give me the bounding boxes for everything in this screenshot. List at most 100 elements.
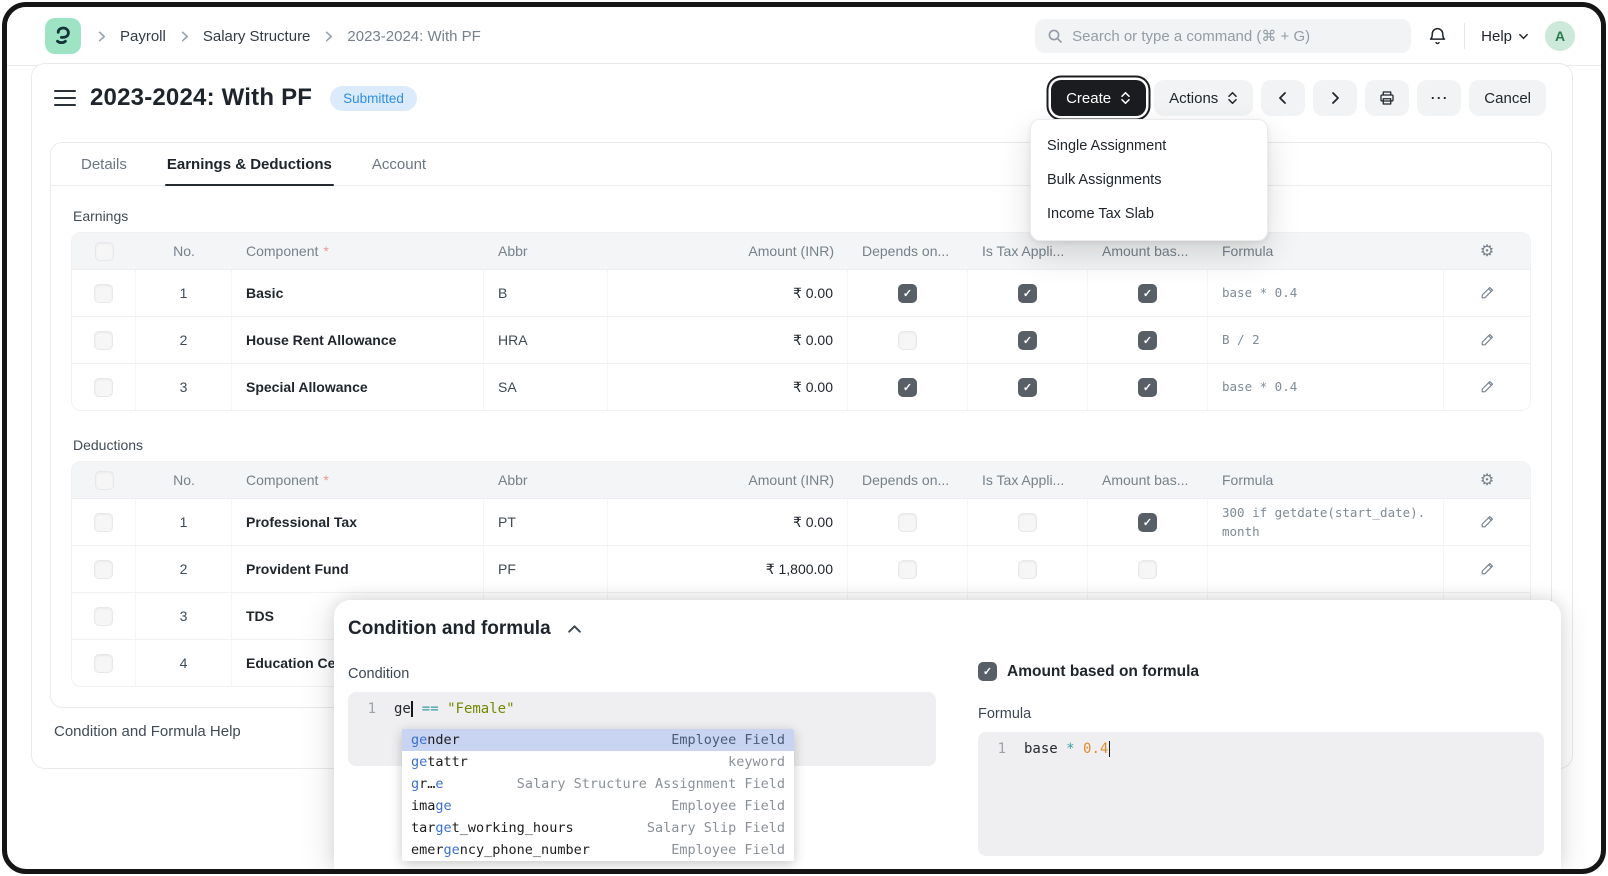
cancel-button[interactable]: Cancel bbox=[1469, 80, 1546, 116]
amount-based-checkbox[interactable]: ✓ bbox=[1138, 284, 1157, 303]
gear-icon[interactable]: ⚙ bbox=[1480, 241, 1494, 261]
autocomplete-suggestion[interactable]: imageEmployee Field bbox=[402, 795, 794, 817]
row-no: 2 bbox=[136, 546, 232, 593]
depends-on-checkbox[interactable] bbox=[898, 513, 917, 532]
formula-code-editor[interactable]: 1 base * 0.4 bbox=[978, 732, 1544, 856]
pencil-icon[interactable] bbox=[1479, 332, 1495, 348]
row-is-tax-applicable-checkbox-cell bbox=[968, 546, 1088, 593]
avatar[interactable]: A bbox=[1545, 21, 1575, 51]
depends-on-checkbox[interactable] bbox=[898, 560, 917, 579]
suggestion-text: tattr bbox=[427, 754, 468, 770]
pencil-icon[interactable] bbox=[1479, 379, 1495, 395]
create-button[interactable]: Create bbox=[1051, 80, 1146, 116]
chevron-left-icon bbox=[1276, 91, 1290, 105]
row-checkbox[interactable] bbox=[94, 378, 113, 397]
tab-details[interactable]: Details bbox=[79, 143, 129, 185]
amount-based-on-formula-checkbox[interactable]: ✓ bbox=[978, 662, 997, 681]
code-token bbox=[439, 701, 447, 717]
row-checkbox[interactable] bbox=[94, 654, 113, 673]
suggestion-text: nder bbox=[427, 732, 460, 748]
select-all-checkbox[interactable] bbox=[95, 471, 114, 490]
is-tax-applicable-checkbox[interactable]: ✓ bbox=[1018, 331, 1037, 350]
toolbar: Create Actions bbox=[1051, 80, 1546, 116]
is-tax-applicable-checkbox[interactable] bbox=[1018, 560, 1037, 579]
row-amount-based-checkbox-cell bbox=[1088, 546, 1208, 593]
row-component: House Rent Allowance bbox=[232, 317, 484, 364]
breadcrumb-item[interactable]: Salary Structure bbox=[203, 28, 311, 45]
amount-based-checkbox[interactable]: ✓ bbox=[1138, 378, 1157, 397]
collapse-panel-chevron-up-icon[interactable] bbox=[567, 622, 582, 637]
row-checkbox[interactable] bbox=[94, 331, 113, 350]
row-formula bbox=[1208, 546, 1444, 593]
tab-earnings-deductions[interactable]: Earnings & Deductions bbox=[165, 143, 334, 185]
menu-item-bulk-assignments[interactable]: Bulk Assignments bbox=[1031, 163, 1267, 197]
header-select-all-cell bbox=[72, 462, 136, 499]
header-settings-cell: ⚙ bbox=[1444, 233, 1530, 270]
is-tax-applicable-checkbox[interactable] bbox=[1018, 513, 1037, 532]
sidebar-toggle-icon[interactable] bbox=[54, 90, 76, 106]
row-amount-based-checkbox-cell: ✓ bbox=[1088, 317, 1208, 364]
suggestion-name: getattr bbox=[411, 754, 468, 770]
row-amount-based-checkbox-cell: ✓ bbox=[1088, 270, 1208, 317]
breadcrumb-item: 2023-2024: With PF bbox=[347, 28, 480, 45]
row-depends-on-checkbox-cell bbox=[848, 546, 968, 593]
notifications-bell-icon[interactable] bbox=[1427, 26, 1448, 47]
pencil-icon[interactable] bbox=[1479, 514, 1495, 530]
depends-on-checkbox[interactable] bbox=[898, 331, 917, 350]
app-logo[interactable] bbox=[45, 18, 81, 54]
autocomplete-suggestion[interactable]: genderEmployee Field bbox=[402, 729, 794, 751]
autocomplete-suggestion[interactable]: gr…eSalary Structure Assignment Field bbox=[402, 773, 794, 795]
required-asterisk: * bbox=[323, 472, 328, 488]
is-tax-applicable-checkbox[interactable]: ✓ bbox=[1018, 284, 1037, 303]
menu-item-single-assignment[interactable]: Single Assignment bbox=[1031, 129, 1267, 163]
is-tax-applicable-checkbox[interactable]: ✓ bbox=[1018, 378, 1037, 397]
breadcrumb-item[interactable]: Payroll bbox=[120, 28, 166, 45]
breadcrumb-chevron-icon bbox=[322, 30, 335, 43]
print-button[interactable] bbox=[1365, 80, 1409, 116]
page-title: 2023-2024: With PF bbox=[90, 84, 312, 112]
prev-button[interactable] bbox=[1261, 80, 1305, 116]
component-name: House Rent Allowance bbox=[246, 332, 396, 348]
row-no: 1 bbox=[136, 499, 232, 546]
suggestion-text: ncy_phone_number bbox=[460, 842, 590, 858]
row-formula: base * 0.4 bbox=[1208, 364, 1444, 410]
autocomplete-suggestion[interactable]: target_working_hoursSalary Slip Field bbox=[402, 817, 794, 839]
earnings-section-label: Earnings bbox=[73, 208, 1531, 224]
more-menu-button[interactable]: ⋯ bbox=[1417, 80, 1461, 116]
amount-based-checkbox[interactable]: ✓ bbox=[1138, 331, 1157, 350]
autocomplete-suggestion[interactable]: getattrkeyword bbox=[402, 751, 794, 773]
row-checkbox[interactable] bbox=[94, 284, 113, 303]
row-checkbox[interactable] bbox=[94, 513, 113, 532]
header-depends-on: Depends on... bbox=[848, 462, 968, 499]
row-amount: ₹ 0.00 bbox=[608, 364, 848, 410]
app-window: Payroll Salary Structure 2023-2024: With P… bbox=[2, 2, 1606, 874]
row-no: 1 bbox=[136, 270, 232, 317]
breadcrumb-chevron-icon bbox=[178, 30, 191, 43]
menu-item-income-tax-slab[interactable]: Income Tax Slab bbox=[1031, 197, 1267, 231]
header-settings-cell: ⚙ bbox=[1444, 462, 1530, 499]
breadcrumb: Payroll Salary Structure 2023-2024: With P… bbox=[95, 28, 481, 45]
tab-account[interactable]: Account bbox=[370, 143, 428, 185]
gear-icon[interactable]: ⚙ bbox=[1480, 470, 1494, 490]
pencil-icon[interactable] bbox=[1479, 561, 1495, 577]
depends-on-checkbox[interactable]: ✓ bbox=[898, 284, 917, 303]
autocomplete-suggestion[interactable]: emergency_phone_numberEmployee Field bbox=[402, 839, 794, 861]
code-token bbox=[413, 701, 421, 717]
amount-based-checkbox[interactable] bbox=[1138, 560, 1157, 579]
row-checkbox[interactable] bbox=[94, 560, 113, 579]
row-checkbox[interactable] bbox=[94, 607, 113, 626]
actions-button[interactable]: Actions bbox=[1154, 80, 1253, 116]
depends-on-checkbox[interactable]: ✓ bbox=[898, 378, 917, 397]
row-abbr: HRA bbox=[484, 317, 608, 364]
amount-based-checkbox[interactable]: ✓ bbox=[1138, 513, 1157, 532]
code-token bbox=[1075, 741, 1083, 757]
help-menu[interactable]: Help bbox=[1481, 28, 1529, 45]
next-button[interactable] bbox=[1313, 80, 1357, 116]
component-name: Professional Tax bbox=[246, 514, 357, 530]
header-formula: Formula bbox=[1208, 462, 1444, 499]
search-input[interactable]: Search or type a command (⌘ + G) bbox=[1035, 19, 1411, 53]
amount-based-on-formula-label: Amount based on formula bbox=[1007, 663, 1199, 681]
select-all-checkbox[interactable] bbox=[95, 242, 114, 261]
component-name: TDS bbox=[246, 608, 274, 624]
pencil-icon[interactable] bbox=[1479, 285, 1495, 301]
